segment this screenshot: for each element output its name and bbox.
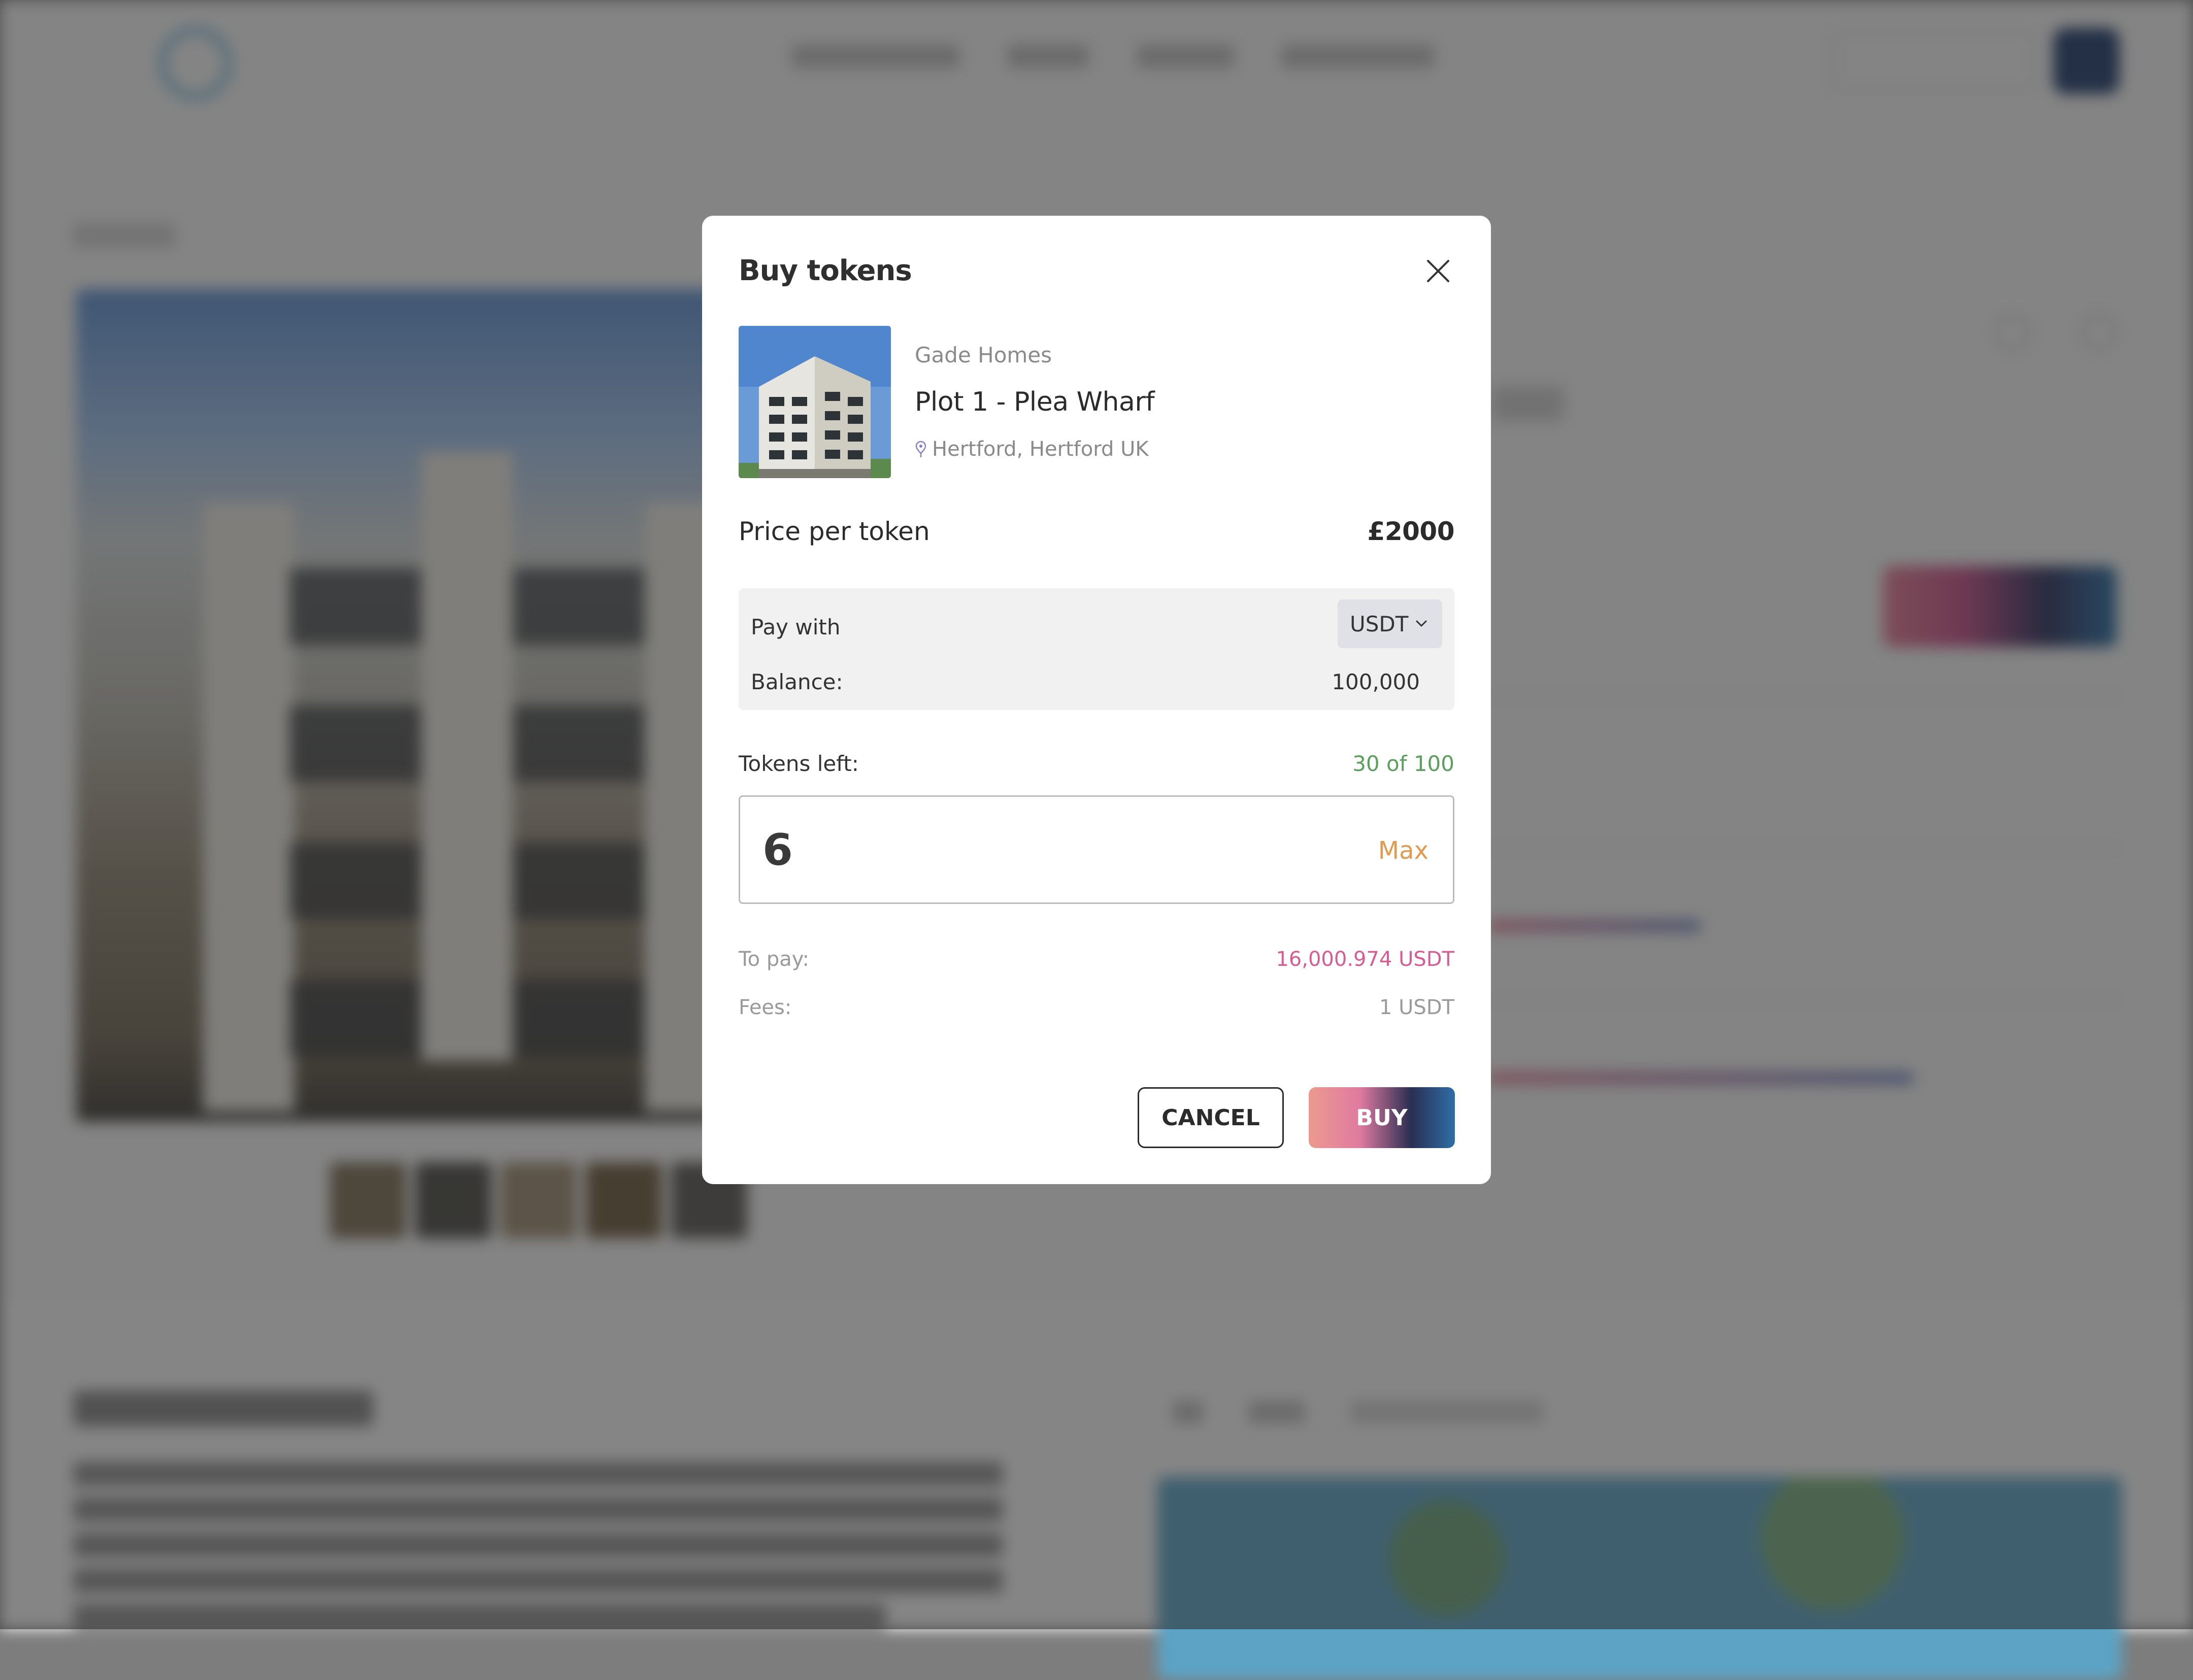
property-thumbnail <box>739 326 891 478</box>
developer-name: Gade Homes <box>915 343 1052 367</box>
pay-with-label: Pay with <box>751 615 841 640</box>
cancel-button[interactable]: CANCEL <box>1138 1087 1284 1148</box>
chevron-down-icon <box>1416 620 1427 627</box>
location-pin-icon <box>915 441 926 457</box>
close-button[interactable] <box>1420 253 1456 289</box>
property-name: Plot 1 - Plea Wharf <box>915 387 1155 417</box>
to-pay-value: 16,000.974 USDT <box>1276 948 1454 971</box>
fees-label: Fees: <box>739 996 792 1019</box>
buy-button[interactable]: BUY <box>1309 1087 1455 1148</box>
balance-label: Balance: <box>751 669 843 694</box>
balance-value: 100,000 <box>1332 669 1420 694</box>
close-icon <box>1427 260 1449 282</box>
price-per-token-value: £2000 <box>1367 517 1455 546</box>
fees-value: 1 USDT <box>1379 996 1454 1019</box>
buy-tokens-dialog: Buy tokens Gade Homes Plot 1 - Plea Whar… <box>702 216 1491 1184</box>
currency-select[interactable]: USDT <box>1338 599 1442 648</box>
property-location: Hertford, Hertford UK <box>915 438 1149 461</box>
payment-panel: Pay with USDT Balance: 100,000 <box>739 588 1454 710</box>
max-button[interactable]: Max <box>1378 836 1428 865</box>
tokens-left-label: Tokens left: <box>739 751 859 776</box>
token-quantity-input[interactable] <box>762 817 1321 883</box>
location-text: Hertford, Hertford UK <box>932 438 1149 461</box>
currency-value: USDT <box>1350 611 1409 636</box>
tokens-left-value: 30 of 100 <box>1352 751 1454 776</box>
to-pay-label: To pay: <box>739 948 809 971</box>
dialog-title: Buy tokens <box>739 254 912 287</box>
price-per-token-label: Price per token <box>739 517 930 546</box>
token-quantity-field: Max <box>739 795 1454 904</box>
